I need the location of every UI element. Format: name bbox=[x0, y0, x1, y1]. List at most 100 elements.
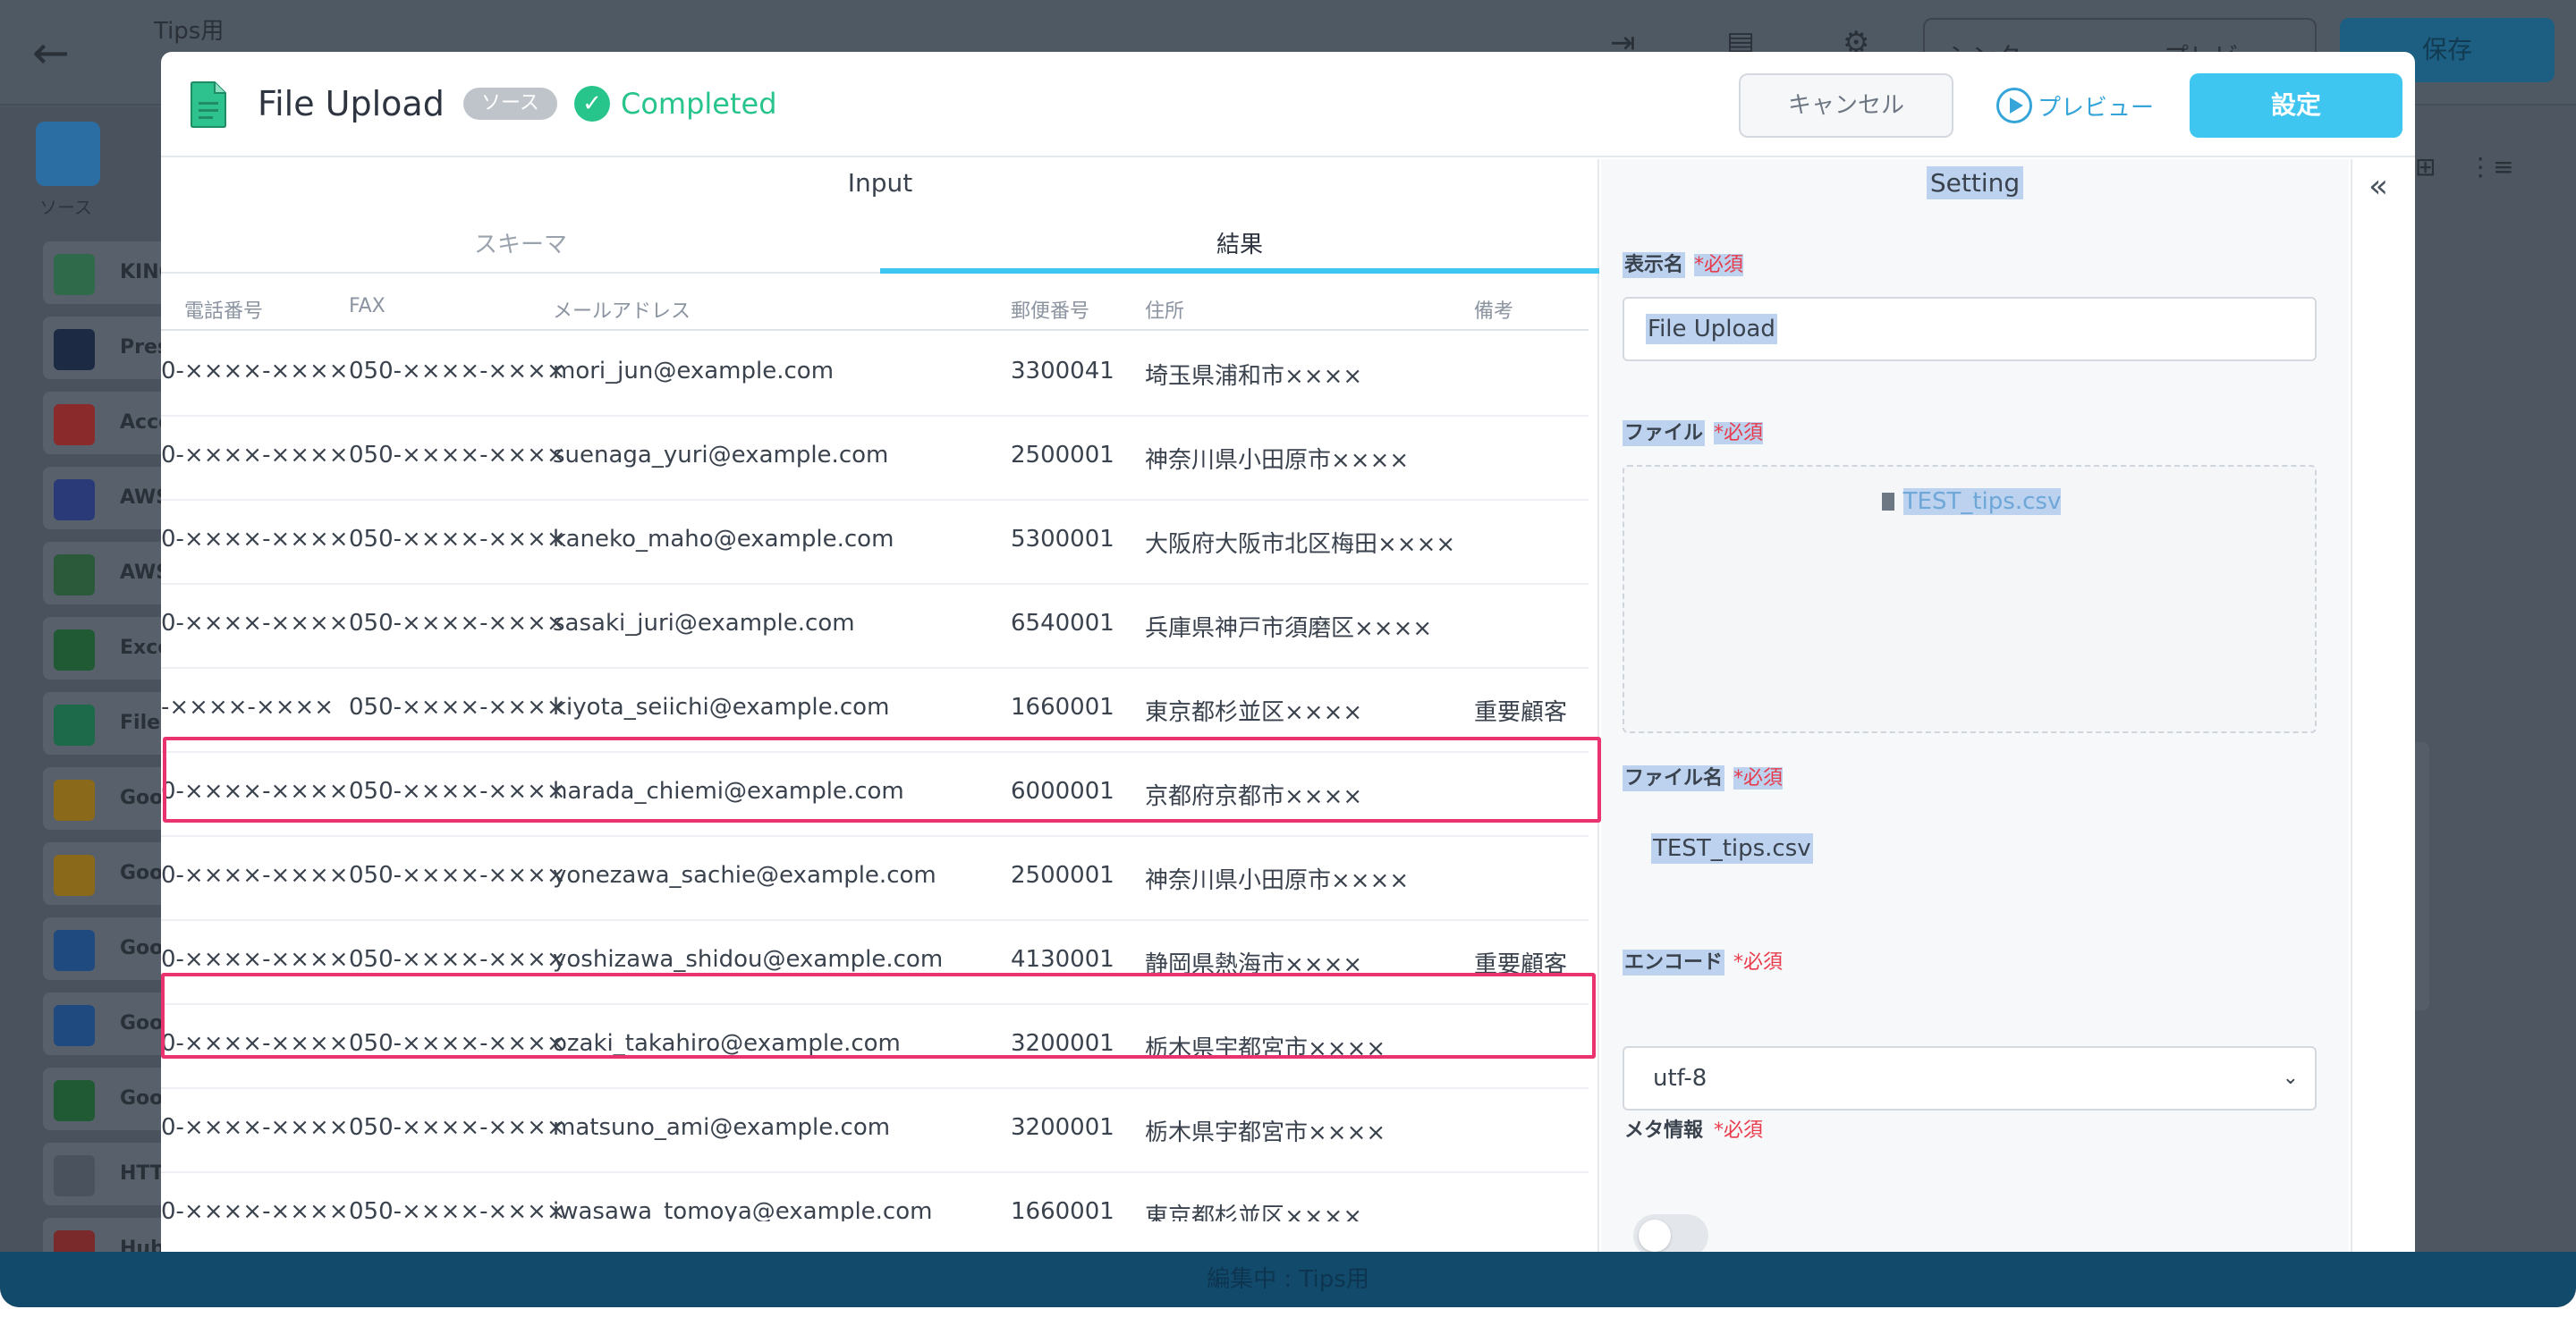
cell-email: sasaki_juri@example.com bbox=[553, 610, 855, 637]
cell-zip: 6540001 bbox=[1011, 610, 1114, 637]
cell-address: 栃木県宇都宮市×××× bbox=[1145, 1119, 1386, 1146]
required-mark: *必須 bbox=[1733, 767, 1784, 790]
preview-button[interactable]: プレビュー bbox=[1996, 73, 2175, 138]
cell-zip: 3300041 bbox=[1011, 358, 1114, 384]
cell-zip: 2500001 bbox=[1011, 442, 1114, 469]
cancel-button[interactable]: キャンセル bbox=[1739, 73, 1953, 138]
column-header-note: 備考 bbox=[1474, 300, 1514, 323]
cell-address: 埼玉県浦和市×××× bbox=[1145, 363, 1363, 390]
cell-zip: 2500001 bbox=[1011, 862, 1114, 889]
cell-phone: 0-××××-×××× bbox=[161, 610, 349, 637]
bg-connector-label: File bbox=[120, 712, 161, 734]
cell-email: yoshizawa_shidou@example.com bbox=[553, 946, 944, 973]
document-icon bbox=[1881, 493, 1894, 511]
chevron-down-icon: ⌄ bbox=[2282, 1067, 2299, 1089]
bg-connector-item: Goo bbox=[43, 1068, 168, 1130]
cell-email: yonezawa_sachie@example.com bbox=[553, 862, 936, 889]
table-row: 0-××××-×××× 050-××××-×××× kaneko_maho@exam… bbox=[161, 501, 1589, 585]
meta-info-toggle[interactable] bbox=[1633, 1214, 1708, 1252]
display-name-input[interactable]: File Upload bbox=[1623, 297, 2317, 361]
bg-connector-item: Goo bbox=[43, 992, 168, 1055]
table-row: 0-××××-×××× 050-××××-×××× matsuno_ami@exam… bbox=[161, 1089, 1589, 1173]
uploaded-file[interactable]: TEST_tips.csv bbox=[1624, 488, 2318, 515]
column-header-zip: 郵便番号 bbox=[1011, 300, 1090, 323]
display-name-label: 表示名 *必須 bbox=[1623, 252, 1744, 278]
bg-connector-item: AWS bbox=[43, 467, 170, 529]
back-arrow-icon: ← bbox=[32, 27, 70, 79]
cell-address: 神奈川県小田原市×××× bbox=[1145, 867, 1410, 894]
file-icon bbox=[191, 81, 226, 128]
connector-icon bbox=[54, 855, 95, 896]
bg-connector-item: Pres bbox=[43, 317, 169, 379]
required-mark: *必須 bbox=[1714, 1119, 1764, 1142]
cell-zip: 5300001 bbox=[1011, 526, 1114, 553]
input-pane: Input スキーマ 結果 電話番号 FAX メールアドレス 郵便番号 住所 備… bbox=[161, 159, 1601, 1252]
bg-connector-item: Exce bbox=[43, 617, 171, 680]
bg-connector-item: File bbox=[43, 692, 168, 755]
column-header-phone: 電話番号 bbox=[184, 300, 264, 323]
table-row: 0-××××-×××× 050-××××-×××× mori_jun@example… bbox=[161, 333, 1589, 417]
connector-icon bbox=[54, 930, 95, 971]
bg-connector-label: Goo bbox=[120, 1087, 164, 1110]
encoding-label: エンコード *必須 bbox=[1623, 950, 1784, 976]
cell-phone: 0-××××-×××× bbox=[161, 358, 349, 384]
cell-fax: 050-××××-×××× bbox=[349, 610, 566, 637]
required-mark: *必須 bbox=[1694, 254, 1744, 276]
cell-fax: 050-××××-×××× bbox=[349, 358, 566, 384]
bg-connector-item: Acce bbox=[43, 392, 172, 454]
cell-fax: 050-××××-×××× bbox=[349, 694, 566, 721]
status-indicator: ✓ Completed bbox=[574, 84, 777, 123]
file-dropzone[interactable]: TEST_tips.csv bbox=[1623, 465, 2317, 733]
connector-icon bbox=[54, 479, 95, 520]
highlight-box-row-5 bbox=[163, 737, 1601, 823]
bg-connector-label: Goo bbox=[120, 937, 164, 959]
encoding-select[interactable]: utf-8 ⌄ bbox=[1623, 1046, 2317, 1111]
connector-icon bbox=[54, 554, 95, 595]
preview-label: プレビュー bbox=[2038, 94, 2155, 122]
cell-phone: 0-××××-×××× bbox=[161, 862, 349, 889]
app-window: ← Tips用 ⇥ ▤ ⚙ シンク プレビュー 保存 ソース KINOPresA… bbox=[0, 0, 2576, 1307]
cell-zip: 1660001 bbox=[1011, 1198, 1114, 1221]
check-circle-icon: ✓ bbox=[574, 86, 610, 122]
modal-header: File Upload ソース ✓ Completed キャンセル プレビュー … bbox=[161, 52, 2415, 157]
table-header: 電話番号 FAX メールアドレス 郵便番号 住所 備考 bbox=[161, 284, 1589, 331]
column-header-address: 住所 bbox=[1145, 300, 1185, 323]
cell-phone: 0-××××-×××× bbox=[161, 442, 349, 469]
bg-footer-status: 編集中 : Tips用 bbox=[0, 1252, 2576, 1307]
cell-fax: 050-××××-×××× bbox=[349, 1198, 566, 1221]
bg-connector-label: HTT bbox=[120, 1162, 164, 1185]
input-tabs: スキーマ 結果 bbox=[161, 222, 1599, 274]
cell-phone: 0-××××-×××× bbox=[161, 526, 349, 553]
bg-source-label: ソース bbox=[39, 197, 92, 218]
connector-icon bbox=[54, 1155, 95, 1196]
cell-fax: 050-××××-×××× bbox=[349, 442, 566, 469]
tab-schema[interactable]: スキーマ bbox=[161, 222, 880, 274]
cell-email: kiyota_seiichi@example.com bbox=[553, 694, 890, 721]
tab-result[interactable]: 結果 bbox=[880, 222, 1599, 274]
cell-email: kaneko_maho@example.com bbox=[553, 526, 894, 553]
file-name-label: ファイル名 *必須 bbox=[1623, 765, 1784, 791]
file-upload-modal: File Upload ソース ✓ Completed キャンセル プレビュー … bbox=[161, 52, 2415, 1252]
play-circle-icon bbox=[1996, 88, 2032, 123]
cell-address: 兵庫県神戸市須磨区×××× bbox=[1145, 615, 1433, 642]
bg-connector-item: HTT bbox=[43, 1143, 168, 1205]
cell-zip: 1660001 bbox=[1011, 694, 1114, 721]
input-pane-title: Input bbox=[847, 168, 913, 198]
table-row: 0-××××-×××× 050-××××-×××× sasaki_juri@exam… bbox=[161, 585, 1589, 669]
table-row: 0-××××-×××× 050-××××-×××× yonezawa_sachie@… bbox=[161, 837, 1589, 921]
cell-email: iwasawa_tomoya@example.com bbox=[553, 1198, 933, 1221]
cell-fax: 050-××××-×××× bbox=[349, 526, 566, 553]
required-mark: *必須 bbox=[1714, 422, 1764, 444]
cell-fax: 050-××××-×××× bbox=[349, 946, 566, 973]
bg-connector-label: Goo bbox=[120, 862, 164, 884]
setting-pane: Setting 表示名 *必須 File Upload ファイル *必須 TEST_… bbox=[1601, 159, 2349, 1252]
source-badge: ソース bbox=[463, 88, 557, 120]
required-mark: *必須 bbox=[1733, 951, 1784, 974]
double-chevron-left-icon[interactable]: « bbox=[2368, 168, 2388, 205]
file-label: ファイル *必須 bbox=[1623, 420, 1764, 446]
cell-phone: 0-××××-×××× bbox=[161, 946, 349, 973]
bg-source-icon bbox=[36, 122, 100, 186]
settings-button[interactable]: 設定 bbox=[2190, 73, 2402, 138]
cell-fax: 050-××××-×××× bbox=[349, 862, 566, 889]
cell-zip: 3200001 bbox=[1011, 1114, 1114, 1141]
